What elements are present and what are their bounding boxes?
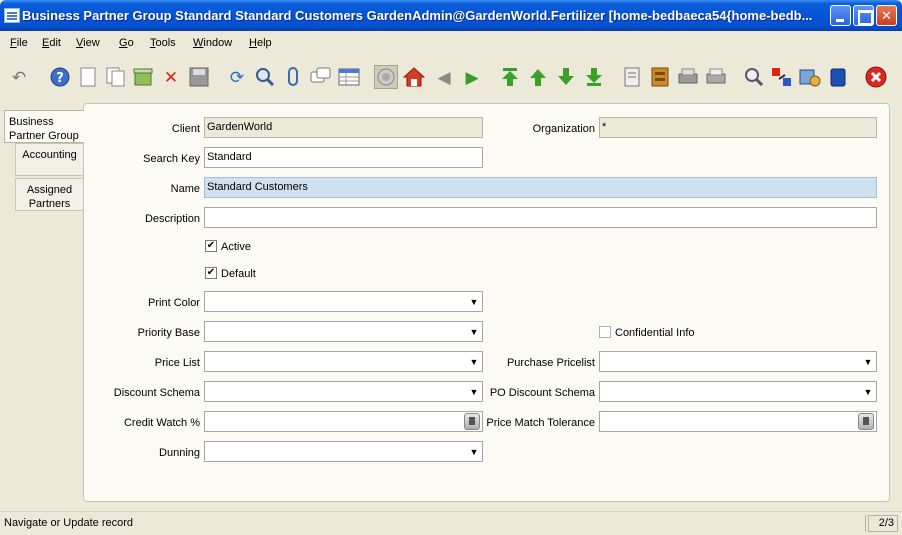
default-checkbox[interactable]: ✔ [205,267,217,279]
menu-go[interactable]: Go [119,37,134,49]
toolbar: ↶ ? ✕ ⟳ ◀ ▶ [4,55,898,101]
purchase-pricelist-label: Purchase Pricelist [506,357,595,369]
minimize-button[interactable] [830,5,851,26]
dunning-select[interactable]: ▼ [204,441,483,462]
menu-file[interactable]: File [10,37,28,49]
find-icon[interactable] [253,65,277,89]
status-message: Navigate or Update record [4,517,134,529]
previous-record-icon[interactable] [526,65,550,89]
delete-selection-icon[interactable] [131,65,155,89]
exit-icon[interactable] [864,65,888,89]
purchase-pricelist-select[interactable]: ▼ [599,351,877,372]
svg-text:?: ? [56,71,64,86]
confidential-info-checkbox[interactable] [599,326,611,338]
tab-assigned-partners[interactable]: Assigned Partners [15,178,83,211]
archive-icon[interactable] [648,65,672,89]
status-divider [865,515,866,532]
po-discount-schema-select[interactable]: ▼ [599,381,877,402]
menu-tools[interactable]: Tools [150,37,176,49]
client-label: Client [171,123,200,135]
discount-schema-label: Discount Schema [113,387,200,399]
maximize-button[interactable] [853,5,874,26]
request-icon[interactable] [770,65,794,89]
organization-label: Organization [532,123,595,135]
product-info-icon[interactable] [826,65,850,89]
discount-schema-select[interactable]: ▼ [204,381,483,402]
calculator-icon[interactable] [858,413,874,430]
print-icon[interactable] [704,65,728,89]
next-record-icon[interactable] [554,65,578,89]
zoom-across-icon[interactable] [742,65,766,89]
menu-view[interactable]: View [76,37,100,49]
print-color-label: Print Color [148,297,200,309]
print-color-select[interactable]: ▼ [204,291,483,312]
app-icon [4,8,20,23]
name-label: Name [170,183,200,195]
active-checkbox[interactable]: ✔ [205,240,217,252]
price-match-tolerance-field[interactable] [599,411,877,432]
chevron-down-icon[interactable]: ▼ [466,352,482,371]
chevron-down-icon[interactable]: ▼ [860,352,876,371]
back-icon[interactable]: ◀ [432,65,456,89]
organization-field[interactable]: * [599,117,877,138]
description-field[interactable] [204,207,877,228]
tab-business-partner-group[interactable]: Business Partner Group [4,110,84,143]
window-title: Business Partner Group Standard Standard… [22,8,813,23]
default-label: Default [221,268,256,280]
refresh-icon[interactable]: ⟳ [225,65,249,89]
history-icon[interactable] [374,65,398,89]
menu-window[interactable]: Window [193,37,232,49]
help-icon[interactable]: ? [48,65,72,89]
chevron-down-icon[interactable]: ▼ [466,292,482,311]
forward-icon[interactable]: ▶ [460,65,484,89]
title-bar[interactable]: Business Partner Group Standard Standard… [0,0,902,31]
client-field[interactable]: GardenWorld [204,117,483,138]
chevron-down-icon[interactable]: ▼ [466,322,482,341]
credit-watch-label: Credit Watch % [123,417,200,429]
price-match-tolerance-label: Price Match Tolerance [486,417,595,429]
workflow-icon[interactable] [798,65,822,89]
record-counter[interactable]: 2/3 [868,515,898,532]
new-record-icon[interactable] [76,65,100,89]
report-icon[interactable] [620,65,644,89]
chevron-down-icon[interactable]: ▼ [466,442,482,461]
active-label: Active [221,241,251,253]
menu-bar: File Edit View Go Tools Window Help [4,31,898,55]
menu-edit[interactable]: Edit [42,37,61,49]
po-discount-schema-label: PO Discount Schema [489,387,595,399]
confidential-info-label: Confidential Info [615,327,695,339]
first-record-icon[interactable] [498,65,522,89]
close-window-button[interactable]: ✕ [876,5,897,26]
chat-icon[interactable] [309,65,333,89]
description-label: Description [144,213,200,225]
menu-help[interactable]: Help [249,37,272,49]
credit-watch-field[interactable] [204,411,483,432]
tab-accounting[interactable]: Accounting [15,143,83,176]
priority-base-select[interactable]: ▼ [204,321,483,342]
chevron-down-icon[interactable]: ▼ [466,382,482,401]
delete-icon[interactable]: ✕ [159,65,183,89]
attachment-icon[interactable] [281,65,305,89]
print-preview-icon[interactable] [676,65,700,89]
chevron-down-icon[interactable]: ▼ [860,382,876,401]
home-icon[interactable] [402,65,426,89]
price-list-label: Price List [154,357,200,369]
save-icon[interactable] [187,65,211,89]
last-record-icon[interactable] [582,65,606,89]
undo-icon[interactable]: ↶ [7,65,31,89]
copy-record-icon[interactable] [104,65,128,89]
grid-toggle-icon[interactable] [337,65,361,89]
status-bar: Navigate or Update record 2/3 [0,511,902,535]
search-key-label: Search Key [143,153,200,165]
priority-base-label: Priority Base [137,327,200,339]
dunning-label: Dunning [159,447,200,459]
name-field[interactable]: Standard Customers [204,177,877,198]
search-key-field[interactable]: Standard [204,147,483,168]
price-list-select[interactable]: ▼ [204,351,483,372]
